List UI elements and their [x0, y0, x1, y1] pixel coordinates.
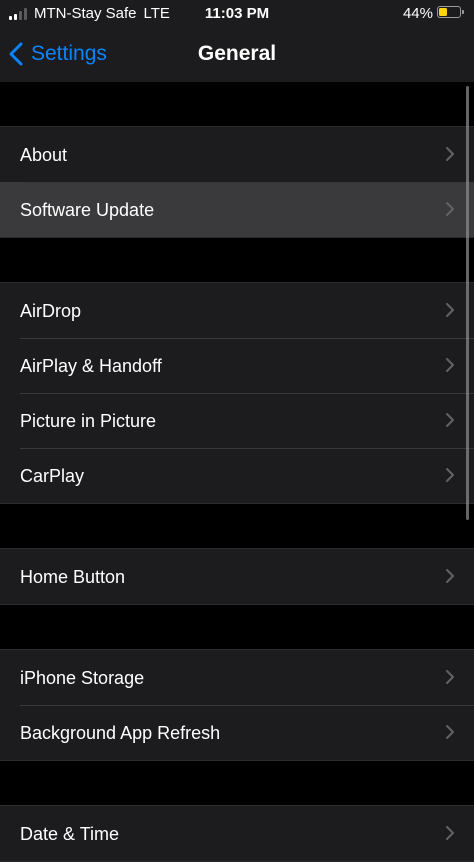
row-label: About — [20, 144, 68, 165]
chevron-right-icon — [446, 725, 454, 739]
chevron-right-icon — [446, 358, 454, 372]
battery-fill — [439, 8, 448, 16]
row-carplay[interactable]: CarPlay — [0, 448, 474, 503]
row-about[interactable]: About — [0, 127, 474, 182]
chevron-right-icon — [446, 468, 454, 482]
row-label: Home Button — [20, 566, 126, 587]
row-label: iPhone Storage — [20, 667, 145, 688]
chevron-right-icon — [446, 569, 454, 583]
row-date-and-time[interactable]: Date & Time — [0, 806, 474, 861]
chevron-right-icon — [446, 303, 454, 317]
row-label: Background App Refresh — [20, 722, 221, 743]
row-label: Software Update — [20, 199, 155, 220]
settings-group: Date & Time — [0, 805, 474, 862]
row-home-button[interactable]: Home Button — [0, 549, 474, 604]
row-background-app-refresh[interactable]: Background App Refresh — [0, 705, 474, 760]
navigation-bar: Settings General — [0, 27, 474, 82]
row-label: Date & Time — [20, 823, 120, 844]
page-title: General — [197, 42, 277, 65]
settings-group: iPhone Storage Background App Refresh — [0, 649, 474, 761]
scrollbar[interactable] — [466, 86, 469, 520]
row-picture-in-picture[interactable]: Picture in Picture — [0, 393, 474, 448]
battery-icon — [437, 6, 464, 18]
row-label: Picture in Picture — [20, 410, 157, 431]
chevron-right-icon — [446, 826, 454, 840]
chevron-right-icon — [446, 670, 454, 684]
battery-nub — [462, 10, 464, 14]
chevron-right-icon — [446, 147, 454, 161]
chevron-right-icon — [446, 202, 454, 216]
settings-group: Home Button — [0, 548, 474, 605]
row-iphone-storage[interactable]: iPhone Storage — [0, 650, 474, 705]
row-label: AirDrop — [20, 300, 82, 321]
row-label: AirPlay & Handoff — [20, 355, 162, 376]
row-label: CarPlay — [20, 465, 85, 486]
chevron-right-icon — [446, 413, 454, 427]
row-airdrop[interactable]: AirDrop — [0, 283, 474, 338]
row-airplay-and-handoff[interactable]: AirPlay & Handoff — [0, 338, 474, 393]
settings-group: AirDrop AirPlay & Handoff Picture in Pictu… — [0, 282, 474, 504]
settings-group: About Software Update — [0, 126, 474, 238]
settings-list: About Software Update AirDrop AirPlay & Han… — [0, 82, 474, 862]
status-bar: MTN-Stay Safe LTE 11:03 PM 44% — [0, 0, 474, 27]
row-software-update[interactable]: Software Update — [0, 182, 474, 237]
battery-percentage: 44% — [402, 5, 433, 22]
